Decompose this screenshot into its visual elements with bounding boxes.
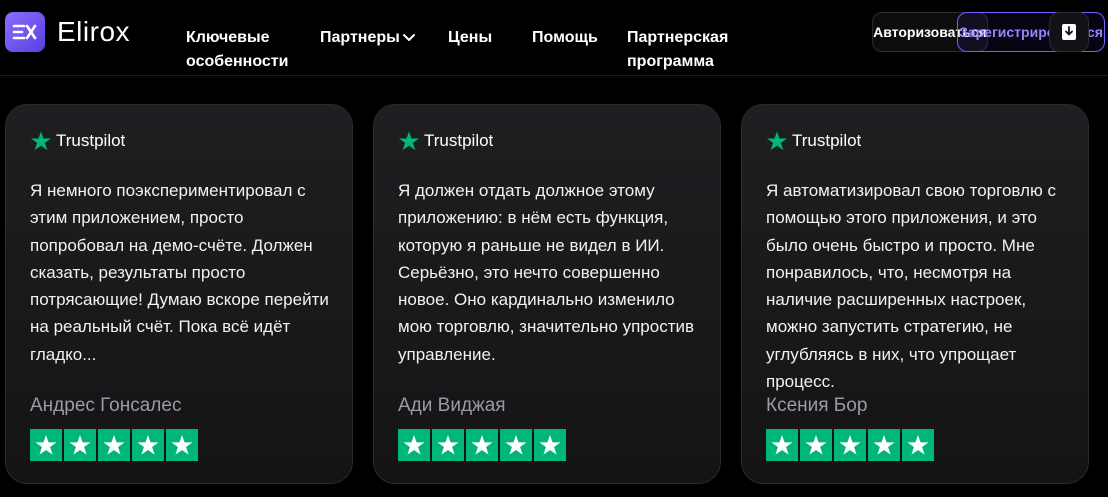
rating-stars [30,429,198,461]
nav-partners[interactable]: Партнеры [320,26,416,50]
review-author: Андрес Гонсалес [30,395,182,416]
download-button[interactable] [1049,12,1089,52]
star-icon [868,429,900,461]
star-icon [500,429,532,461]
trustpilot-label: Trustpilot [424,131,494,150]
trustpilot-logo: Trustpilot [766,130,861,152]
star-icon [166,429,198,461]
nav-partners-label: Партнеры [320,29,400,46]
review-card: Trustpilot Я немного поэкспериментировал… [5,104,353,484]
trustpilot-star-icon [30,131,52,151]
site-header: Elirox Ключевые особенности Партнеры Цен… [0,0,1108,76]
trustpilot-logo: Trustpilot [398,130,493,152]
rating-stars [766,429,934,461]
rating-stars [398,429,566,461]
review-author: Ади Виджая [398,395,506,416]
brand-logo[interactable]: Elirox [5,12,130,52]
star-icon [800,429,832,461]
star-icon [64,429,96,461]
star-icon [766,429,798,461]
star-icon [466,429,498,461]
nav-affiliate-program[interactable]: Партнерская программа [627,26,728,74]
star-icon [432,429,464,461]
brand-name: Elirox [57,16,131,47]
nav-pricing[interactable]: Цены [448,26,492,50]
review-card: Trustpilot Я автоматизировал свою торгов… [741,104,1089,484]
trustpilot-label: Trustpilot [56,131,126,150]
star-icon [534,429,566,461]
trustpilot-logo: Trustpilot [30,130,125,152]
star-icon [834,429,866,461]
trustpilot-star-icon [766,131,788,151]
nav-key-features[interactable]: Ключевые особенности [186,26,288,74]
download-icon [1062,24,1076,40]
star-icon [30,429,62,461]
nav-help[interactable]: Помощь [532,26,598,50]
review-text: Я немного поэкспериментировал с этим при… [30,181,329,364]
chevron-down-icon [402,34,415,41]
review-text: Я должен отдать должное этому приложению… [398,181,695,364]
review-card: Trustpilot Я должен отдать должное этому… [373,104,721,484]
review-author: Ксения Бор [766,395,868,416]
review-text: Я автоматизировал свою торговлю с помощь… [766,181,1056,392]
star-icon [98,429,130,461]
trustpilot-label: Trustpilot [792,131,862,150]
logo-icon [5,12,45,52]
trustpilot-star-icon [398,131,420,151]
star-icon [132,429,164,461]
star-icon [398,429,430,461]
star-icon [902,429,934,461]
